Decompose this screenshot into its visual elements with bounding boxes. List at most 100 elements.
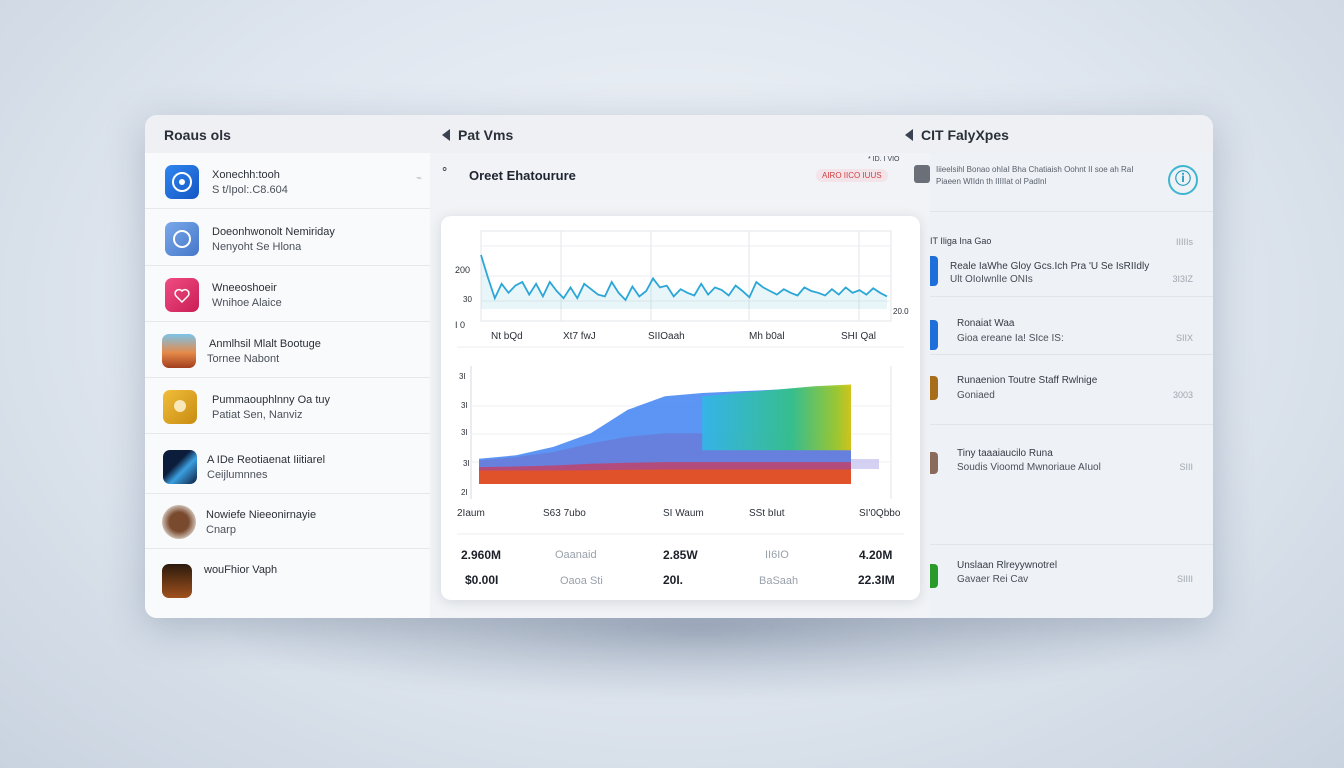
detail-row-subtitle: Gavaer Rei Cav [957,574,1029,585]
x-tick-label: S63 7ubo [543,508,586,519]
detail-row[interactable]: Ronaiat Waa Gioa ereane Ia! SIce IS: SII… [930,296,1213,355]
box-icon [162,564,192,598]
center-pane-header: Pat Vms [442,127,513,143]
right-pane-title: CIT FalyXpes [921,127,1009,143]
list-item-title: wouFhior Vaph [204,564,278,576]
detail-row-subtitle: Gioa ereane Ia! SIce IS: [957,333,1064,344]
stat-value: 22.3IM [858,573,895,587]
detail-row[interactable]: Runaenion Toutre Staff Rwlnige Goniaed 3… [930,354,1213,425]
landscape-icon [162,334,196,368]
list-item-subtitle: Tornee Nabont [207,353,280,365]
detail-row-subtitle: Soudis Vioomd Mwnoriaue AIuol [957,462,1101,473]
list-item[interactable]: Xonechh:tooh S t/Ipol:.C8.604 ⌁ [145,153,430,209]
stat-value: 2.960M [461,548,502,562]
list-item[interactable]: wouFhior Vaph [145,549,430,604]
stat-value: 4.20M [859,548,893,562]
detail-header: Iiieelsihl Bonao ohIaI Bha Chatiaish Ooh… [914,153,1213,212]
detail-row[interactable]: Unslaan Rlreyywnotrel Gavaer Rei Cav SII… [930,544,1213,618]
list-item-title: Nowiefe Nieeonirnayie [206,509,317,521]
color-marker [930,320,938,350]
back-arrow-icon[interactable] [905,129,913,141]
list-item[interactable]: Nowiefe Nieeonirnayie Cnarp [145,493,430,549]
y-tick-label: 3I [461,428,468,437]
detail-row-title: Runaenion Toutre Staff Rwlnige [957,375,1098,386]
list-item-title: A IDe Reotiaenat Iiitiarel [207,454,326,466]
detail-summary: Iiieelsihl Bonao ohIaI Bha Chatiaish Ooh… [936,165,1134,186]
detail-row-title: Ronaiat Waa [957,318,1015,329]
list-item-subtitle: Ceijlumnnes [207,469,268,481]
stat-value: $0.00I [465,573,499,587]
pin-icon [163,390,197,424]
list-item[interactable]: A IDe Reotiaenat Iiitiarel Ceijlumnnes [145,438,430,494]
lock-icon: ⚬ [440,164,450,176]
detail-row-title: Reale IaWhe Gloy Gcs.Ich Pra 'U Se IsRII… [950,261,1150,272]
heart-icon [165,278,199,312]
detail-row-value: SIIII [1176,574,1193,584]
color-marker [930,256,938,286]
y-tick-label: 2I [461,488,468,497]
area-series [479,469,851,484]
list-item-subtitle: Patiat Sen, Nanviz [212,409,303,421]
x-tick-label: Mh b0al [749,331,785,342]
detail-row-title: IT Iliga Ina Gao [930,236,992,246]
detail-row-subtitle: Goniaed [957,390,995,401]
right-pane-header: CIT FalyXpes [905,127,1009,143]
x-tick-label: SIIOaah [648,331,685,342]
stat-value: 2.85W [663,548,698,562]
stat-value: 20I. [663,573,684,587]
list-item-title: Anmlhsil Mlalt Bootuge [209,338,321,350]
color-marker [930,564,938,588]
list-item[interactable]: Doeonhwonolt Nemiriday Nenyoht Se Hlona [145,210,430,266]
back-arrow-icon[interactable] [442,129,450,141]
chevron-icon: ⌁ [415,173,422,184]
detail-row-value: SIIX [1175,333,1193,343]
detail-row[interactable]: IT Iliga Ina Gao IIIIIs Reale IaWhe Gloy… [930,211,1213,297]
list-item-subtitle: Cnarp [206,524,236,536]
detail-row-value: 3I3IZ [1172,274,1193,284]
gear-icon [165,165,199,199]
app-list: Xonechh:tooh S t/Ipol:.C8.604 ⌁ Doeonhwo… [145,153,431,618]
list-item-subtitle: Wnihoe Alaice [212,297,282,309]
stat-value: BaSaah [759,575,799,587]
list-item[interactable]: Anmlhsil Mlalt Bootuge Tornee Nabont [145,322,430,378]
dashboard-panel: ⚬ Oreet Ehatourure * ID. I VIO AIRO IICO… [430,153,930,618]
stat-value: Oaanaid [555,549,597,561]
area-series [702,384,851,451]
dashboard-header: ⚬ Oreet Ehatourure * ID. I VIO AIRO IICO… [430,153,930,213]
center-pane-title: Pat Vms [458,127,514,143]
detail-panel: Iiieelsihl Bonao ohIaI Bha Chatiaish Ooh… [914,153,1213,618]
y-tick-label: 3I [461,401,468,410]
y-tick-label: I 0 [455,320,465,330]
y-tick-label: 3I [463,459,470,468]
charts-svg: 200 30 I 0 20.0 Nt bQd Xt7 fwJ SIIOaah Mh b0al S… [455,230,909,535]
detail-row-title: Tiny taaaiaucilo Runa [957,448,1053,459]
list-item[interactable]: Wneeoshoeir Wnihoe Alaice [145,266,430,322]
detail-row-title: Unslaan Rlreyywnotrel [957,560,1058,571]
data-label: 20.0 [893,307,909,316]
x-tick-label: SI'0Qbbo [859,508,901,519]
detail-row[interactable]: Tiny taaaiaucilo Runa Soudis Vioomd Mwno… [930,424,1213,545]
status-badge[interactable]: AIRO IICO IUUS [816,169,888,182]
color-marker [930,376,938,400]
info-icon[interactable]: ⓘ [1168,165,1198,195]
dashboard-title: Oreet Ehatourure [469,168,576,183]
x-tick-label: SSt bIut [749,508,785,519]
list-item-title: Wneeoshoeir [212,282,277,294]
detail-row-value: IIIIIs [1175,237,1193,247]
x-tick-label: SI Waum [663,508,704,519]
chart-card: 200 30 I 0 20.0 Nt bQd Xt7 fwJ SIIOaah Mh b0al S… [441,216,920,600]
line-area [481,255,887,309]
left-pane-title: Roaus ols [164,127,231,143]
stat-value: II6IO [765,549,789,561]
list-item[interactable]: Pummaouphlnny Oa tuy Patiat Sen, Nanviz [145,378,430,434]
x-tick-label: 2Iaum [457,508,485,519]
stat-value: Oaoa Sti [560,575,603,587]
list-item-subtitle: S t/Ipol:.C8.604 [212,184,288,196]
app-window: Roaus ols Pat Vms CIT FalyXpes Xonechh:t… [145,115,1213,618]
y-tick-label: 3I [459,372,466,381]
x-tick-label: Xt7 fwJ [563,331,596,342]
y-tick-label: 30 [463,295,472,304]
detail-row-value: SIII [1179,462,1193,472]
x-tick-label: SHI Qal [841,331,876,342]
list-item-title: Pummaouphlnny Oa tuy [212,394,331,406]
